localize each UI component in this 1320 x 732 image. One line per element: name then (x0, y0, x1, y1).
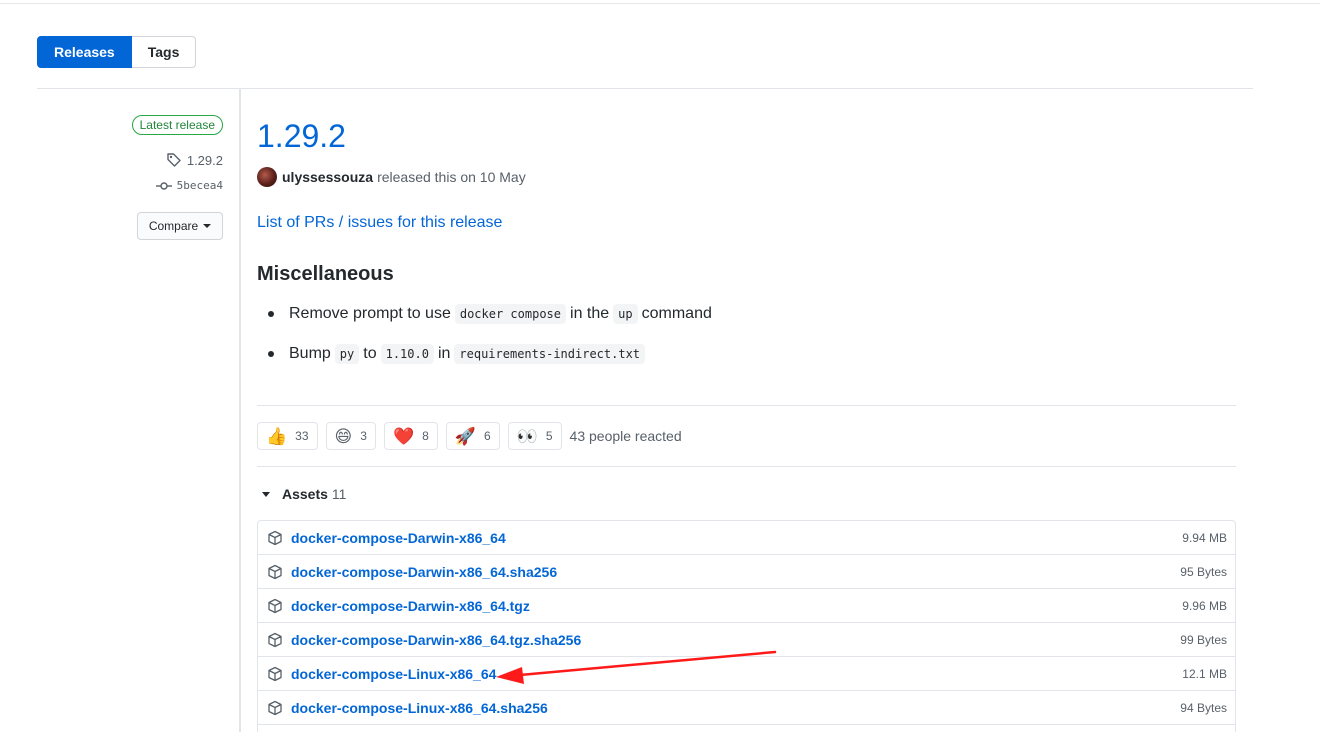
note-text: Bump (289, 345, 331, 362)
asset-size: 9.94 MB (1182, 530, 1227, 545)
list-item: docker-compose-Darwin-x86_64.tgz.sha256 … (258, 623, 1235, 657)
asset-size: 12.1 MB (1182, 666, 1227, 681)
reactions-summary[interactable]: 43 people reacted (570, 428, 682, 444)
assets-count: 11 (331, 486, 347, 502)
reactions-divider-bottom (257, 466, 1236, 467)
asset-link[interactable]: docker-compose-Linux-x86_64.sha256 (291, 700, 1180, 716)
released-text: released this on 10 May (377, 169, 526, 185)
eyes-icon: 👀 (516, 426, 538, 446)
list-item: docker-compose-Darwin-x86_64.tgz 9.96 MB (258, 589, 1235, 623)
top-divider (0, 3, 1320, 4)
release-byline: ulyssessouza released this on 10 May (257, 167, 526, 187)
asset-link[interactable]: docker-compose-Darwin-x86_64.tgz.sha256 (291, 632, 1180, 648)
commit-hash: 5becea4 (176, 179, 223, 192)
list-item: docker-compose-Darwin-x86_64 9.94 MB (258, 521, 1235, 555)
reaction-eyes[interactable]: 👀 5 (507, 422, 562, 450)
triangle-down-icon (262, 491, 270, 497)
chevron-down-icon (203, 224, 212, 228)
assets-label: Assets (282, 486, 328, 502)
asset-link[interactable]: docker-compose-Darwin-x86_64 (291, 530, 1182, 546)
reaction-thumbs-up[interactable]: 👍 33 (257, 422, 318, 450)
latest-release-badge: Latest release (131, 115, 223, 135)
note-text: in the (570, 305, 610, 322)
tag-icon (167, 153, 181, 167)
package-icon (268, 564, 282, 579)
list-item: Bump py to 1.10.0 in requirements-indire… (268, 342, 712, 366)
inline-code: up (613, 304, 638, 324)
note-text: in (437, 345, 451, 362)
note-text: command (641, 305, 712, 322)
reaction-laugh[interactable]: 😄 3 (325, 422, 376, 450)
avatar[interactable] (257, 167, 277, 187)
note-text: to (363, 345, 377, 362)
asset-link[interactable]: docker-compose-Darwin-x86_64.sha256 (291, 564, 1180, 580)
inline-code: 1.10.0 (380, 344, 434, 364)
asset-size: 94 Bytes (1180, 700, 1227, 715)
prs-issues-link[interactable]: List of PRs / issues for this release (257, 214, 502, 232)
inline-code: py (334, 344, 360, 364)
list-item: docker-compose-Linux-x86_64 12.1 MB (258, 657, 1235, 691)
header-divider (37, 88, 1253, 89)
reactions-divider-top (257, 405, 1236, 406)
section-heading: Miscellaneous (257, 263, 394, 285)
assets-toggle[interactable]: Assets 11 (262, 486, 346, 502)
inline-code: docker compose (454, 304, 567, 324)
note-text: Remove prompt to use (289, 305, 451, 322)
assets-list: docker-compose-Darwin-x86_64 9.94 MB doc… (257, 520, 1236, 732)
timeline-line (239, 89, 241, 732)
list-item: docker-compose-Darwin-x86_64.sha256 95 B… (258, 555, 1235, 589)
rocket-icon: 🚀 (454, 426, 476, 446)
package-icon (268, 700, 282, 715)
reaction-count: 3 (360, 429, 367, 443)
release-tabs: Releases Tags (37, 36, 197, 68)
reaction-count: 8 (422, 429, 429, 443)
list-item: Remove prompt to use docker compose in t… (268, 302, 712, 326)
tab-releases[interactable]: Releases (37, 36, 132, 68)
reaction-count: 5 (545, 429, 553, 443)
reaction-heart[interactable]: ❤️ 8 (383, 422, 438, 450)
commit-icon (155, 181, 172, 190)
asset-link[interactable]: docker-compose-Linux-x86_64 (291, 666, 1182, 682)
asset-size: 95 Bytes (1180, 564, 1227, 579)
release-notes-list: Remove prompt to use docker compose in t… (268, 302, 712, 382)
author-link[interactable]: ulyssessouza (282, 169, 373, 185)
tag-link[interactable]: 1.29.2 (166, 152, 223, 168)
reaction-rocket[interactable]: 🚀 6 (445, 422, 500, 450)
tab-tags[interactable]: Tags (131, 36, 197, 68)
reaction-count: 6 (483, 429, 491, 443)
inline-code: requirements-indirect.txt (454, 344, 646, 364)
compare-button[interactable]: Compare (137, 212, 223, 240)
list-item: docker-compose-Linux-x86_64.sha256 94 By… (258, 691, 1235, 725)
commit-link[interactable]: 5becea4 (155, 179, 223, 192)
heart-icon: ❤️ (392, 426, 415, 446)
package-icon (268, 530, 282, 545)
tag-label: 1.29.2 (186, 152, 223, 168)
asset-size: 99 Bytes (1180, 632, 1227, 647)
asset-link[interactable]: docker-compose-Darwin-x86_64.tgz (291, 598, 1182, 614)
list-item (258, 725, 1235, 732)
package-icon (268, 632, 282, 647)
reactions-bar: 👍 33 😄 3 ❤️ 8 🚀 6 👀 5 43 people reacted (257, 422, 682, 450)
release-title[interactable]: 1.29.2 (257, 118, 346, 155)
compare-label: Compare (148, 219, 199, 233)
thumbs-up-icon: 👍 (266, 426, 288, 446)
asset-size: 9.96 MB (1182, 598, 1227, 613)
bullet-dot (268, 351, 274, 357)
package-icon (268, 666, 282, 681)
reaction-count: 33 (295, 429, 309, 443)
bullet-dot (268, 311, 274, 317)
package-icon (268, 598, 282, 613)
laugh-icon: 😄 (334, 426, 353, 446)
